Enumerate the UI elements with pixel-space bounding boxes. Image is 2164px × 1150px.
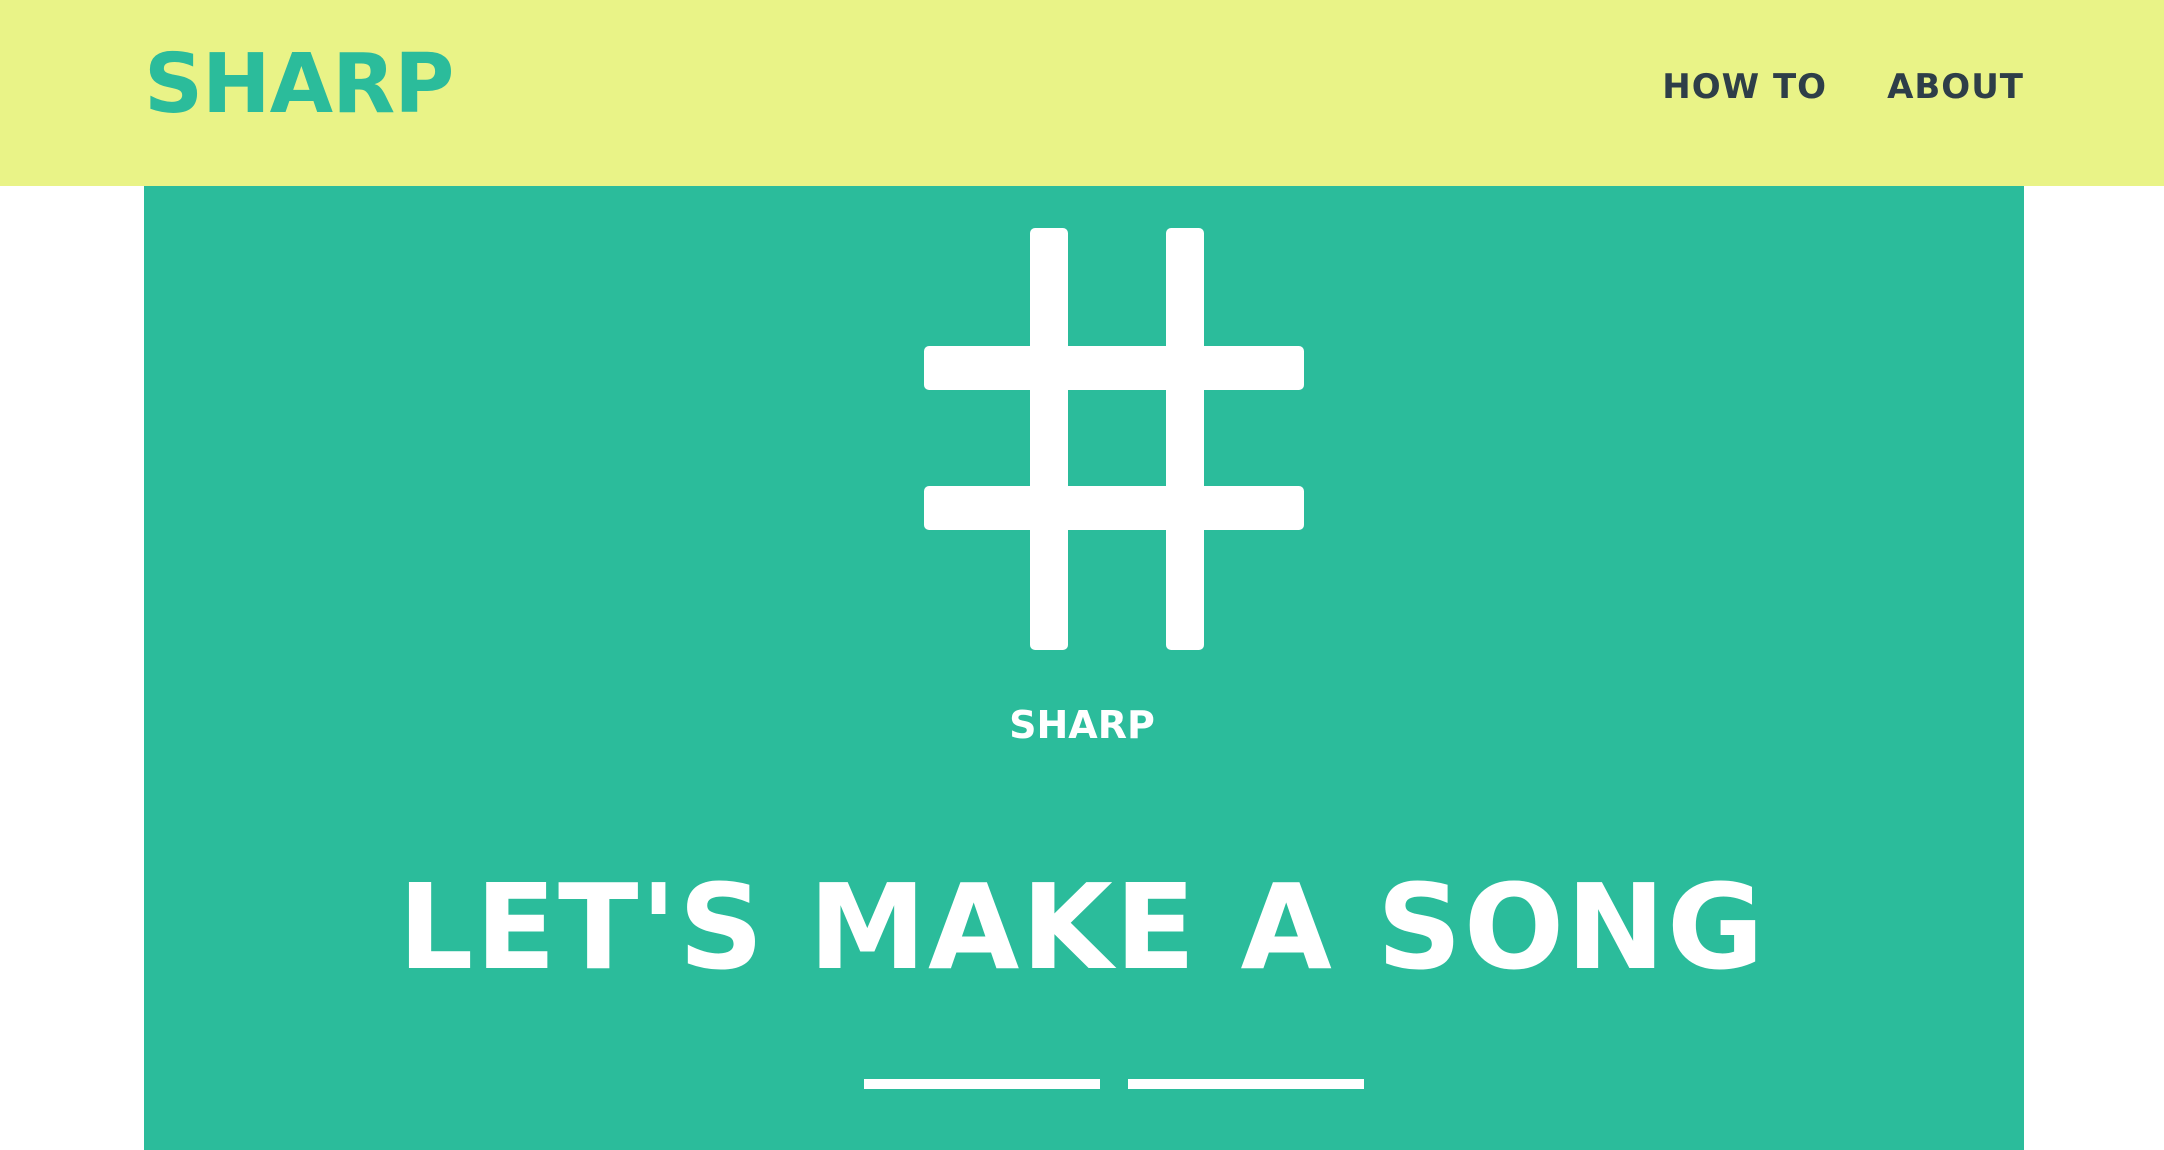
main-nav: HOW TO ABOUT (1662, 70, 2024, 104)
hero-title: LET'S MAKE A SONG (398, 858, 1766, 996)
divider-left (864, 1079, 1100, 1089)
nav-link-about[interactable]: ABOUT (1887, 70, 2024, 104)
nav-link-how-to[interactable]: HOW TO (1662, 70, 1827, 104)
brand-logo-link[interactable]: SHARP (144, 44, 454, 126)
sharp-symbol-icon (924, 228, 1304, 650)
hero-brand-label: SHARP (1009, 703, 1155, 747)
top-navigation-bar: SHARP HOW TO ABOUT (0, 0, 2164, 186)
divider-right (1128, 1079, 1364, 1089)
